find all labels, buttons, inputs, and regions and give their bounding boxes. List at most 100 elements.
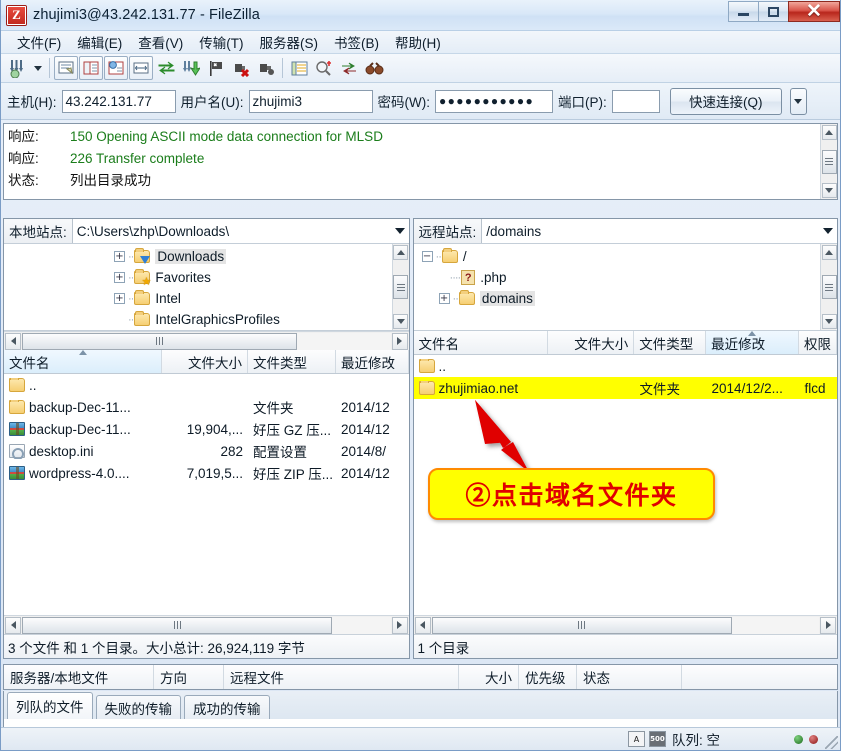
close-button[interactable]: ✕ [788, 1, 840, 22]
synchronized-browsing-icon[interactable] [337, 56, 361, 80]
expander-icon[interactable]: − [421, 251, 433, 262]
scroll-right-button[interactable] [391, 332, 408, 350]
column-header-filesize[interactable]: 文件大小 [162, 350, 248, 373]
local-directory-tree[interactable]: +·· Downloads +·· Favorites +·· Intel [4, 244, 392, 330]
scroll-left-button[interactable] [5, 616, 21, 634]
expander-icon[interactable]: + [438, 293, 450, 304]
local-path-input[interactable]: C:\Users\zhp\Downloads\ [72, 219, 391, 243]
hscroll-track[interactable] [22, 332, 391, 350]
username-input[interactable]: zhujimi3 [248, 89, 373, 113]
scroll-down-button[interactable] [393, 314, 409, 329]
scrollbar-thumb[interactable] [821, 275, 837, 299]
expander-icon[interactable]: + [114, 272, 125, 283]
quick-connect-button[interactable]: 快速连接(Q) [669, 87, 782, 115]
tree-item-intelgraphicsprofiles[interactable]: ·· IntelGraphicsProfiles [4, 309, 392, 330]
column-header-filesize[interactable]: 文件大小 [548, 331, 635, 354]
toggle-message-log-icon[interactable] [54, 56, 78, 80]
table-row[interactable]: .. [414, 355, 837, 377]
menu-item-edit[interactable]: 编辑(E) [69, 30, 130, 54]
scroll-left-button[interactable] [414, 616, 431, 634]
local-tree-scrollbar[interactable] [391, 244, 409, 330]
local-list-hscrollbar[interactable] [4, 615, 409, 634]
site-manager-dropdown-icon[interactable] [30, 56, 45, 80]
table-row-selected[interactable]: zhujimiao.net 文件夹 2014/12/2... flcd [413, 377, 837, 399]
column-header-permissions[interactable]: 权限 [799, 331, 837, 354]
local-tree-hscrollbar[interactable] [4, 331, 409, 350]
tree-item-downloads[interactable]: + ·· Downloads [4, 246, 392, 267]
scroll-right-button[interactable] [820, 616, 836, 634]
find-files-icon[interactable] [362, 56, 386, 80]
scroll-up-button[interactable] [821, 125, 837, 140]
minimize-button[interactable] [728, 1, 759, 22]
site-manager-icon[interactable] [5, 56, 29, 80]
menu-item-server[interactable]: 服务器(S) [252, 30, 327, 54]
remote-path-input[interactable]: /domains [482, 219, 819, 243]
menu-item-file[interactable]: 文件(F) [9, 30, 69, 54]
tree-item-php[interactable]: ···· ? .php [414, 267, 820, 288]
scrollbar-thumb[interactable] [821, 149, 837, 174]
speed-limit-icon[interactable]: 500 [648, 731, 666, 747]
local-path-dropdown-button[interactable] [390, 219, 409, 243]
queue-column-direction[interactable]: 方向 [154, 665, 224, 689]
tree-item-favorites[interactable]: +·· Favorites [4, 267, 392, 288]
scroll-down-button[interactable] [821, 314, 837, 329]
menu-item-transfer[interactable]: 传输(T) [191, 30, 251, 54]
scroll-right-button[interactable] [391, 616, 408, 634]
expander-icon[interactable]: + [114, 251, 125, 262]
password-input[interactable]: ●●●●●●●●●●● [434, 89, 553, 113]
table-row[interactable]: desktop.ini 282 配置设置 2014/8/ [4, 440, 409, 462]
expander-icon[interactable]: + [114, 293, 125, 304]
quick-connect-dropdown-button[interactable] [789, 87, 807, 115]
scroll-up-button[interactable] [393, 245, 409, 260]
hscroll-thumb[interactable] [22, 332, 297, 350]
tab-failed-transfers[interactable]: 失败的传输 [95, 695, 181, 719]
tree-item-domains[interactable]: + ·· domains [414, 288, 820, 309]
tab-successful-transfers[interactable]: 成功的传输 [184, 695, 270, 719]
hscroll-track[interactable] [22, 616, 391, 634]
queue-column-server-local[interactable]: 服务器/本地文件 [4, 665, 154, 689]
local-file-rows[interactable]: .. backup-Dec-11... 文件夹 2014/12 backup-D… [4, 374, 409, 615]
reconnect-icon[interactable] [254, 56, 278, 80]
tab-queued-files[interactable]: 列队的文件 [7, 692, 93, 719]
hscroll-thumb[interactable] [431, 616, 732, 634]
maximize-button[interactable] [758, 1, 789, 22]
scrollbar-thumb[interactable] [393, 275, 409, 299]
table-row[interactable]: wordpress-4.0.... 7,019,5... 好压 ZIP 压...… [4, 462, 409, 484]
menu-item-help[interactable]: 帮助(H) [387, 30, 449, 54]
cancel-operation-icon[interactable] [204, 56, 228, 80]
remote-directory-tree[interactable]: − ·· / ···· ? .php + ·· domains [414, 244, 820, 330]
host-input[interactable]: 43.242.131.77 [61, 89, 176, 113]
queue-column-remote-file[interactable]: 远程文件 [224, 665, 459, 689]
column-header-filename[interactable]: 文件名 [414, 331, 549, 354]
port-input[interactable] [611, 89, 660, 113]
window-resize-grip[interactable] [825, 736, 838, 749]
toggle-remote-tree-icon[interactable] [104, 56, 128, 80]
column-header-filetype[interactable]: 文件类型 [634, 331, 707, 354]
queue-column-priority[interactable]: 优先级 [519, 665, 577, 689]
filter-icon[interactable] [287, 56, 311, 80]
tree-item-intel[interactable]: + ·· Intel [4, 288, 392, 309]
remote-path-dropdown-button[interactable] [819, 219, 837, 243]
scroll-left-button[interactable] [5, 332, 21, 350]
toggle-transfer-queue-icon[interactable] [129, 56, 153, 80]
menu-item-bookmarks[interactable]: 书签(B) [326, 30, 387, 54]
column-header-lastmodified[interactable]: 最近修改 [706, 331, 800, 354]
queue-column-size[interactable]: 大小 [459, 665, 519, 689]
toggle-local-tree-icon[interactable] [79, 56, 103, 80]
column-header-lastmodified[interactable]: 最近修改 [336, 350, 409, 373]
scroll-up-button[interactable] [821, 245, 837, 260]
remote-list-hscrollbar[interactable] [413, 615, 837, 634]
hscroll-thumb[interactable] [22, 616, 332, 634]
message-log-scrollbar[interactable] [820, 124, 837, 199]
remote-tree-scrollbar[interactable] [820, 244, 837, 330]
hscroll-track[interactable] [431, 616, 819, 634]
menu-item-view[interactable]: 查看(V) [130, 30, 191, 54]
process-queue-icon[interactable] [179, 56, 203, 80]
table-row[interactable]: backup-Dec-11... 文件夹 2014/12 [4, 396, 409, 418]
transfer-type-ascii-icon[interactable]: A [627, 731, 645, 747]
table-row[interactable]: backup-Dec-11... 19,904,... 好压 GZ 压... 2… [4, 418, 409, 440]
column-header-filename[interactable]: 文件名 [4, 350, 162, 373]
refresh-icon[interactable] [154, 56, 178, 80]
tree-item-root[interactable]: − ·· / [414, 246, 820, 267]
queue-column-status[interactable]: 状态 [577, 665, 682, 689]
